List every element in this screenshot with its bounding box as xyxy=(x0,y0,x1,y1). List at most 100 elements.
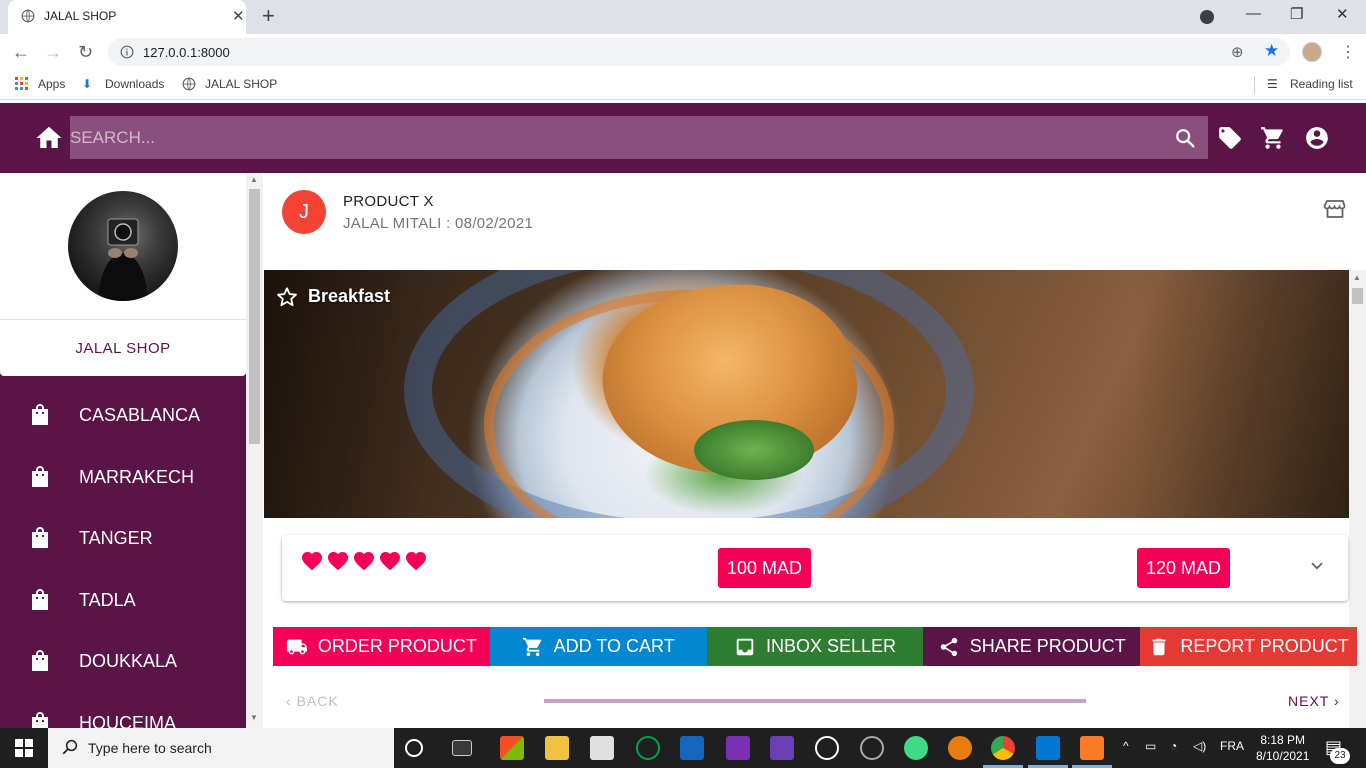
browser-menu-icon[interactable]: ⋮ xyxy=(1340,42,1356,62)
sidebar-item-doukkala[interactable]: DOUKKALA xyxy=(0,631,246,691)
profile-card: JALAL SHOP xyxy=(0,173,246,376)
shop-name[interactable]: JALAL SHOP xyxy=(0,340,246,357)
add-to-cart-label: ADD TO CART xyxy=(553,636,675,656)
chrome-icon[interactable] xyxy=(991,736,1015,760)
taskbar-search[interactable]: Type here to search xyxy=(48,728,394,768)
sidebar-item-tadla[interactable]: TADLA xyxy=(0,570,246,630)
volume-icon[interactable]: ◁) xyxy=(1193,739,1206,753)
home-icon[interactable] xyxy=(34,123,64,153)
wifi-icon[interactable]: ◔ xyxy=(1170,739,1177,753)
bookmark-apps[interactable]: Apps xyxy=(38,77,65,91)
bookmark-star-icon[interactable]: ★ xyxy=(1264,41,1279,61)
bookmark-jalal-shop[interactable]: JALAL SHOP xyxy=(205,77,277,91)
minimize-icon[interactable]: — xyxy=(1246,5,1261,22)
store-icon[interactable] xyxy=(1323,197,1347,226)
cortana-icon[interactable] xyxy=(405,739,423,757)
progress-bar xyxy=(544,699,1086,703)
xampp-icon[interactable] xyxy=(1080,736,1104,760)
sidebar-item-tanger[interactable]: TANGER xyxy=(0,508,246,568)
maximize-icon[interactable]: ❐ xyxy=(1290,5,1303,23)
action-bar: ORDER PRODUCT ADD TO CART INBOX SELLER S… xyxy=(273,627,1357,666)
back-button[interactable]: ‹ BACK xyxy=(286,693,339,709)
sidebar-item-casablanca[interactable]: CASABLANCA xyxy=(0,385,246,445)
app-icon[interactable] xyxy=(904,736,928,760)
bookmark-downloads[interactable]: Downloads xyxy=(105,77,164,91)
site-info-icon[interactable] xyxy=(120,45,134,64)
product-card-header: J PRODUCT X JALAL MITALI : 08/02/2021 xyxy=(264,173,1366,270)
add-to-cart-button[interactable]: ADD TO CART xyxy=(489,627,707,666)
sidebar-item-houceima[interactable]: HOUCEIMA xyxy=(0,693,246,728)
close-tab-icon[interactable]: ✕ xyxy=(232,7,245,25)
app-icon[interactable] xyxy=(636,736,660,760)
image-title: Breakfast xyxy=(308,286,391,306)
heart-icon xyxy=(406,552,426,571)
sidebar-item-marrakech[interactable]: MARRAKECH xyxy=(0,447,246,507)
sidebar-scrollbar[interactable]: ▲ ▼ xyxy=(246,173,263,728)
tag-icon[interactable] xyxy=(1217,125,1243,151)
heart-icon xyxy=(380,552,400,571)
profile-avatar[interactable] xyxy=(1302,42,1322,62)
report-product-label: REPORT PRODUCT xyxy=(1180,636,1349,656)
vscode-icon[interactable] xyxy=(1036,736,1060,760)
tab-title: JALAL SHOP xyxy=(44,9,117,23)
browser-toolbar: ← → ↻ 127.0.0.1:8000 ⊕ ★ ⋮ xyxy=(0,34,1366,70)
url-text[interactable]: 127.0.0.1:8000 xyxy=(143,45,230,60)
zoom-icon[interactable]: ⊕ xyxy=(1231,43,1244,61)
visual-studio-icon[interactable] xyxy=(770,736,794,760)
shopping-bag-icon xyxy=(32,466,48,487)
back-label: BACK xyxy=(296,693,339,709)
next-label: NEXT xyxy=(1288,693,1330,709)
unreal-engine-icon[interactable] xyxy=(815,736,839,760)
star-outline-icon[interactable] xyxy=(276,286,298,313)
address-bar[interactable]: 127.0.0.1:8000 ⊕ ★ xyxy=(108,38,1290,66)
windows-start-icon[interactable] xyxy=(15,739,33,762)
new-tab-icon[interactable]: + xyxy=(262,3,275,29)
shopping-bag-icon xyxy=(32,712,48,728)
obs-icon[interactable] xyxy=(860,736,884,760)
battery-icon[interactable]: ▭ xyxy=(1145,739,1156,753)
clock[interactable]: 8:18 PM 8/10/2021 xyxy=(1256,732,1309,764)
forward-arrow-icon[interactable]: → xyxy=(44,42,62,63)
window-close-icon[interactable]: ✕ xyxy=(1336,5,1349,23)
scroll-up-icon[interactable]: ▲ xyxy=(1353,273,1361,282)
rating-hearts[interactable] xyxy=(300,549,428,573)
app-icon[interactable] xyxy=(680,736,704,760)
language-indicator[interactable]: FRA xyxy=(1220,739,1244,753)
chevron-left-icon: ‹ xyxy=(286,693,292,709)
mail-icon[interactable] xyxy=(590,736,614,760)
bookmarks-divider xyxy=(1254,76,1255,94)
account-circle-icon[interactable] xyxy=(1304,125,1330,151)
scroll-up-icon[interactable]: ▲ xyxy=(250,175,258,184)
order-product-button[interactable]: ORDER PRODUCT xyxy=(273,627,490,666)
share-product-button[interactable]: SHARE PRODUCT xyxy=(923,627,1141,666)
reload-icon[interactable]: ↻ xyxy=(78,42,93,63)
scrollbar-thumb[interactable] xyxy=(1352,288,1363,304)
inbox-seller-button[interactable]: INBOX SELLER xyxy=(706,627,924,666)
task-view-icon[interactable] xyxy=(452,740,472,756)
chevron-up-icon[interactable]: ^ xyxy=(1123,739,1129,753)
report-product-button[interactable]: REPORT PRODUCT xyxy=(1140,627,1357,666)
blender-icon[interactable] xyxy=(948,736,972,760)
shopping-bag-icon xyxy=(32,527,48,548)
cart-icon[interactable] xyxy=(1260,125,1286,151)
clock-date: 8/10/2021 xyxy=(1256,749,1310,763)
search-input[interactable] xyxy=(70,116,1150,159)
next-button[interactable]: NEXT › xyxy=(1288,693,1340,709)
download-icon: ⬇ xyxy=(82,77,93,91)
reading-list-button[interactable]: Reading list xyxy=(1290,77,1353,91)
scroll-down-icon[interactable]: ▼ xyxy=(250,713,258,722)
truck-icon xyxy=(286,639,307,654)
sidebar-item-label: HOUCEIMA xyxy=(79,713,177,728)
browser-tab[interactable]: JALAL SHOP ✕ xyxy=(8,0,246,34)
share-product-label: SHARE PRODUCT xyxy=(969,636,1126,656)
scrollbar-thumb[interactable] xyxy=(249,189,260,444)
stepper: ‹ BACK NEXT › xyxy=(264,683,1366,719)
file-explorer-icon[interactable] xyxy=(545,736,569,760)
onenote-icon[interactable] xyxy=(726,736,750,760)
tab-search-icon[interactable] xyxy=(1200,10,1214,24)
back-arrow-icon[interactable]: ← xyxy=(12,42,30,63)
chevron-down-icon[interactable] xyxy=(1308,557,1326,580)
store-icon[interactable] xyxy=(500,736,524,760)
search-icon[interactable] xyxy=(1174,127,1196,154)
shopping-bag-icon xyxy=(32,589,48,610)
